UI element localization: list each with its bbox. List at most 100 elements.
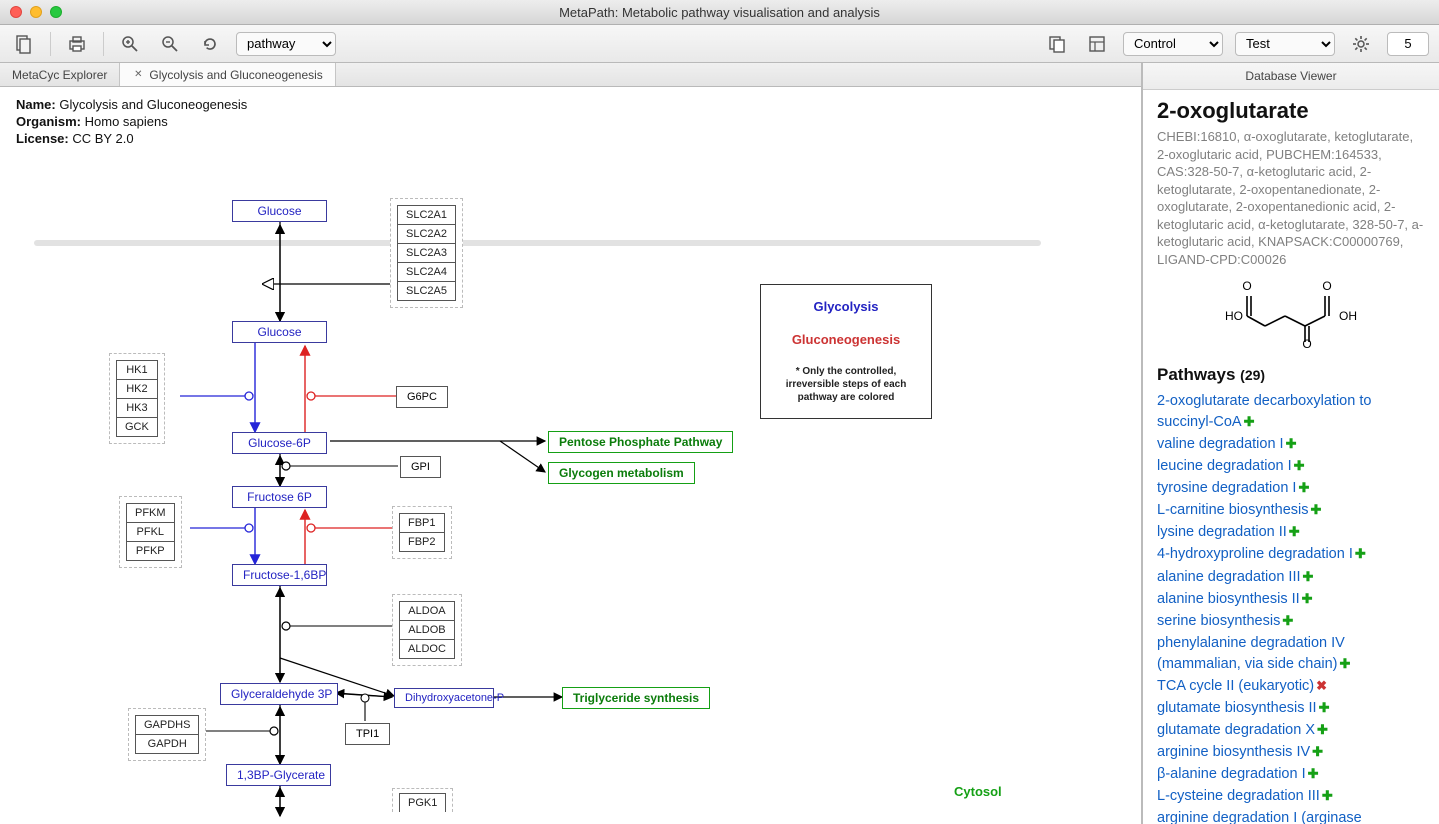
- add-icon[interactable]: ✚: [1311, 502, 1322, 517]
- control-selector[interactable]: Control: [1123, 32, 1223, 56]
- layout-icon[interactable]: [1083, 30, 1111, 58]
- pathway-link[interactable]: β-alanine degradation I: [1157, 766, 1306, 782]
- enzyme-tpi1[interactable]: TPI1: [345, 723, 390, 745]
- enzyme-fbp2[interactable]: FBP2: [399, 532, 445, 552]
- enzyme-gapdh[interactable]: GAPDH: [135, 734, 199, 754]
- sidebar-body[interactable]: 2-oxoglutarate CHEBI:16810, α-oxoglutara…: [1143, 90, 1439, 824]
- pathway-link[interactable]: phenylalanine degradation IV (mammalian,…: [1157, 635, 1345, 672]
- node-g6p[interactable]: Glucose-6P: [232, 432, 327, 454]
- pathways-list: 2-oxoglutarate decarboxylation to succin…: [1157, 391, 1425, 824]
- settings-gear-icon[interactable]: [1347, 30, 1375, 58]
- add-icon[interactable]: ✚: [1355, 546, 1366, 561]
- pathway-link[interactable]: 4-hydroxyproline degradation I: [1157, 546, 1353, 562]
- enzyme-gck[interactable]: GCK: [116, 417, 158, 437]
- pathway-link[interactable]: alanine degradation III: [1157, 569, 1301, 585]
- close-tab-icon[interactable]: ✕: [132, 69, 144, 81]
- add-icon[interactable]: ✚: [1319, 700, 1330, 715]
- enzyme-group-pgk[interactable]: PGK1: [392, 788, 453, 812]
- node-gap[interactable]: Glyceraldehyde 3P: [220, 683, 338, 705]
- pathway-link[interactable]: glutamate biosynthesis II: [1157, 700, 1317, 716]
- copy-icon[interactable]: [1043, 30, 1071, 58]
- add-icon[interactable]: ✚: [1312, 744, 1323, 759]
- enzyme-group-slc[interactable]: SLC2A1 SLC2A2 SLC2A3 SLC2A4 SLC2A5: [390, 198, 463, 308]
- tab-metacyc-explorer[interactable]: MetaCyc Explorer: [0, 63, 120, 86]
- pathway-link[interactable]: L-carnitine biosynthesis: [1157, 502, 1309, 518]
- enzyme-gpi[interactable]: GPI: [400, 456, 441, 478]
- enzyme-group-pfk[interactable]: PFKM PFKL PFKP: [119, 496, 182, 568]
- link-ppp[interactable]: Pentose Phosphate Pathway: [548, 431, 733, 453]
- node-f6p[interactable]: Fructose 6P: [232, 486, 327, 508]
- add-icon[interactable]: ✚: [1289, 524, 1300, 539]
- enzyme-fbp1[interactable]: FBP1: [399, 513, 445, 533]
- enzyme-slc2a2[interactable]: SLC2A2: [397, 224, 456, 244]
- pathway-link[interactable]: valine degradation I: [1157, 436, 1284, 452]
- enzyme-pfkp[interactable]: PFKP: [126, 541, 175, 561]
- enzyme-group-gapdh[interactable]: GAPDHS GAPDH: [128, 708, 206, 761]
- enzyme-pfkl[interactable]: PFKL: [126, 522, 175, 542]
- add-icon[interactable]: ✚: [1244, 414, 1255, 429]
- add-icon[interactable]: ✚: [1286, 436, 1297, 451]
- link-triglyceride[interactable]: Triglyceride synthesis: [562, 687, 710, 709]
- tab-glycolysis[interactable]: ✕ Glycolysis and Gluconeogenesis: [120, 63, 335, 86]
- remove-icon[interactable]: ✖: [1316, 678, 1327, 693]
- pathway-link[interactable]: 2-oxoglutarate decarboxylation to succin…: [1157, 393, 1371, 430]
- node-f16bp[interactable]: Fructose-1,6BP: [232, 564, 327, 586]
- pathway-link[interactable]: lysine degradation II: [1157, 524, 1287, 540]
- pathway-link[interactable]: tyrosine degradation I: [1157, 480, 1296, 496]
- enzyme-pgk1[interactable]: PGK1: [399, 793, 446, 812]
- enzyme-slc2a3[interactable]: SLC2A3: [397, 243, 456, 263]
- pathway-link[interactable]: glutamate degradation X: [1157, 722, 1315, 738]
- zoom-window-button[interactable]: [50, 6, 62, 18]
- add-icon[interactable]: ✚: [1302, 591, 1313, 606]
- refresh-icon[interactable]: [196, 30, 224, 58]
- pathway-link[interactable]: arginine biosynthesis IV: [1157, 744, 1310, 760]
- enzyme-slc2a4[interactable]: SLC2A4: [397, 262, 456, 282]
- add-icon[interactable]: ✚: [1322, 788, 1333, 803]
- add-icon[interactable]: ✚: [1340, 656, 1351, 671]
- enzyme-group-fbp[interactable]: FBP1 FBP2: [392, 506, 452, 559]
- enzyme-hk2[interactable]: HK2: [116, 379, 158, 399]
- pathway-link[interactable]: leucine degradation I: [1157, 458, 1292, 474]
- test-selector[interactable]: Test: [1235, 32, 1335, 56]
- node-dhap[interactable]: Dihydroxyacetone-P: [394, 688, 494, 708]
- pathway-link[interactable]: L-cysteine degradation III: [1157, 788, 1320, 804]
- enzyme-group-hk[interactable]: HK1 HK2 HK3 GCK: [109, 353, 165, 444]
- list-item: phenylalanine degradation IV (mammalian,…: [1157, 633, 1425, 675]
- compound-name: 2-oxoglutarate: [1157, 98, 1425, 124]
- enzyme-hk1[interactable]: HK1: [116, 360, 158, 380]
- node-glucose-ext[interactable]: Glucose: [232, 200, 327, 222]
- add-icon[interactable]: ✚: [1308, 766, 1319, 781]
- enzyme-group-aldo[interactable]: ALDOA ALDOB ALDOC: [392, 594, 462, 666]
- enzyme-aldoc[interactable]: ALDOC: [399, 639, 455, 659]
- add-icon[interactable]: ✚: [1294, 458, 1305, 473]
- enzyme-pfkm[interactable]: PFKM: [126, 503, 175, 523]
- number-input[interactable]: [1387, 32, 1429, 56]
- add-icon[interactable]: ✚: [1282, 613, 1293, 628]
- minimize-window-button[interactable]: [30, 6, 42, 18]
- pathway-link[interactable]: arginine degradation I (arginase pathway…: [1157, 810, 1362, 824]
- print-icon[interactable]: [63, 30, 91, 58]
- enzyme-gapdhs[interactable]: GAPDHS: [135, 715, 199, 735]
- enzyme-slc2a5[interactable]: SLC2A5: [397, 281, 456, 301]
- enzyme-g6pc[interactable]: G6PC: [396, 386, 448, 408]
- zoom-in-icon[interactable]: [116, 30, 144, 58]
- pathway-selector[interactable]: pathway: [236, 32, 336, 56]
- node-13bpg[interactable]: 1,3BP-Glycerate: [226, 764, 331, 786]
- enzyme-aldoa[interactable]: ALDOA: [399, 601, 455, 621]
- new-document-icon[interactable]: [10, 30, 38, 58]
- legend-glycolysis: Glycolysis: [779, 299, 913, 314]
- node-glucose-int[interactable]: Glucose: [232, 321, 327, 343]
- add-icon[interactable]: ✚: [1298, 480, 1309, 495]
- zoom-out-icon[interactable]: [156, 30, 184, 58]
- link-glycogen[interactable]: Glycogen metabolism: [548, 462, 695, 484]
- pathway-canvas[interactable]: Glucose Glucose Glucose-6P Fructose 6P F…: [0, 156, 1141, 824]
- enzyme-aldob[interactable]: ALDOB: [399, 620, 455, 640]
- add-icon[interactable]: ✚: [1303, 569, 1314, 584]
- enzyme-slc2a1[interactable]: SLC2A1: [397, 205, 456, 225]
- pathway-link[interactable]: serine biosynthesis: [1157, 613, 1280, 629]
- pathway-link[interactable]: alanine biosynthesis II: [1157, 591, 1300, 607]
- add-icon[interactable]: ✚: [1317, 722, 1328, 737]
- enzyme-hk3[interactable]: HK3: [116, 398, 158, 418]
- pathway-link[interactable]: TCA cycle II (eukaryotic): [1157, 678, 1314, 694]
- close-window-button[interactable]: [10, 6, 22, 18]
